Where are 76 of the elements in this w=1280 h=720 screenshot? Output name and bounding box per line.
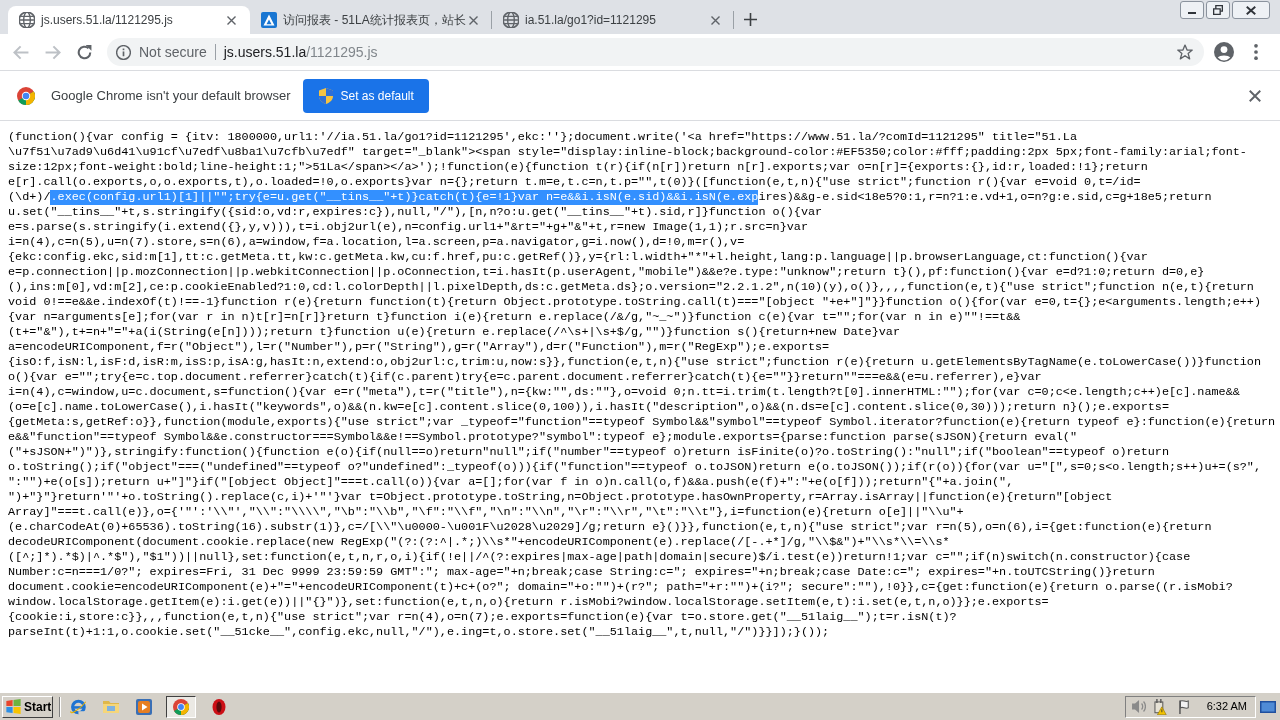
code-text: (),ins:m[0],vd:m[2],ce:p.cookieEnabled?1:0,cd:l.colorDepth||l.pixelDepth,ds:c.getMeta.ds};o.version="2.2.1.2",n(10)(y),o()},,,,function(e,t){"use strict";function n(e,t){return [8, 280, 1254, 295]
code-text: document.cookie=encodeURIComponent(e)+"="+encodeURIComponent(t)+c+(o?"; domain="+o:"")+(r?"; path="+r:"")+(i?"; secure":""),!0}},c={get:function(e){return o.parse((r.isMobi? [8, 580, 1233, 595]
code-text: ires)&&g-e.sid<18e5?0:1,r=n?1:e.vd+1,o=n?g:e.sid,c=g+18e5;return [758, 190, 1212, 205]
globe-icon [19, 12, 35, 28]
close-icon[interactable] [469, 15, 478, 25]
code-text: Number:c=n===1/0?"; expires=Fri, 31 Dec 9999 23:59:59 GMT":"; max-age="+n;break;case String:c="; expires="+n;break;case Date:c="; expires="+n.toUTCString()}return [8, 565, 1155, 580]
code-text: (o=e[c].name.toLowerCase(),i.hasIt("keywords",o)&&(n.kw=e[c].content.slice(0,100)),i.hasIt("description",o)&&(n.ds=e[c].content.slice(0,30)));return n}();e.exports= [8, 400, 1169, 415]
code-text: size:12px;font-weight:bold;line-height:1;">51La</span></a>');!function(e){function t(r){if(n[r])return n[r].exports;var o=n[r]={exports:{},id:r,loaded:!1};return [8, 160, 1148, 175]
code-text: ":"")+e(o[s]);return u+"]"}if("[object Object]"===t.call(o)){var a=[];for(var f in o)n.call(o,f)&&a.push(e(f)+":"+e(o[f]));return"{"+a.join(", [8, 475, 1014, 490]
url-text[interactable]: js.users.51.la/1121295.js [223, 41, 378, 63]
code-text: window.localStorage.getItem(e):i.get(e))||"{}")},set:function(e,t,n,o){return r.isMobi?window.localStorage.setItem(e,t):i.set(e,t,n,o)}};e.exports= [8, 595, 1049, 610]
bookmark-star-icon[interactable] [1177, 44, 1193, 60]
show-desktop-icon[interactable] [1260, 700, 1276, 713]
taskbar-window-button[interactable] [166, 695, 196, 718]
code-text: void 0!==e&&e.indexOf(t)!==-1}function r(e){return function(t){return Object.prototype.toString.call(t)==="[object "+e+"]"}}function o(){for(var e=0,t={};e<arguments.length;e++) [8, 295, 1262, 310]
new-tab-plus-icon[interactable] [744, 13, 757, 26]
code-text: e=s.parse(s.stringify(i.extend({},y,v))),t=i.obj2url(e),n=config.url1+"&rt="+g+"&"+t,r=new Image(1,1);r.src=n}var [8, 220, 808, 235]
clock: 6:32 AM [1206, 699, 1247, 715]
code-text: u.set("__tins__"+t,s.stringify({sid:o,vd:r,expires:c}),null,"/"),[n,n?o:u.get("__tins__"+t).sid,r]}function o(){var [8, 205, 823, 220]
browser-logo-icon [173, 698, 189, 715]
close-icon[interactable] [1249, 89, 1261, 102]
code-text: {getMeta:s,getRef:o}},function(module,exports){"use strict";var _typeof="function"==typeof Symbol&&"symbol"==typeof Symbol.iterator?function(e){return typeof e}:function(e){return [8, 415, 1276, 430]
address-bar[interactable]: Not secure js.users.51.la/1121295.js [107, 38, 1204, 66]
code-text: (\d+)/ [8, 190, 51, 205]
code-text: e[r].call(o.exports,o,o.exports,t),o.loaded=!0,o.exports}var n={};return t.m=e,t.c=n,t.p="",t(0)}([function(e,t,n){"use strict";function r(){var e=void 0,t=/id= [8, 175, 1141, 190]
set-default-button[interactable]: Set as default [303, 78, 430, 113]
network-warning-icon[interactable] [1153, 698, 1167, 715]
minimize-button[interactable] [1180, 1, 1204, 19]
media-player-icon[interactable] [135, 698, 152, 715]
code-text: e=p.connection||p.mozConnection||p.webkitConnection||p.oConnection,t=i.hasIt(p.userAgent,"mobile")&&e?e.type:"unknow";return t}(),pf:function(){var e=d?1:0;return d=0,e} [8, 265, 1205, 280]
code-text: (function(){var config = {itv: 1800000,url1:'//ia.51.la/go1?id=1121295',ekc:''};document.write('<a href="https://www.51.la/?comId=1121295" title="51.La [8, 130, 1077, 145]
restore-button[interactable] [1206, 1, 1230, 19]
code-text: \u7f51\u7ad9\u6d41\u91cf\u7edf\u8ba1\u7cfb\u7edf" target="_blank"><span style="display:inline-block;background-color:#EF5350;color:#fff;padding:2px 5px;font-family:arial;font- [8, 145, 1247, 160]
browser-tab[interactable]: js.users.51.la/1121295.js [8, 6, 250, 34]
code-text: o(){var e="";try{e=c.top.document.referrer}catch(t){if(c.parent)try{e=c.parent.document.referrer}catch(t){e=""}}return""===e&&(e=u.referrer),e}var [8, 370, 1042, 385]
menu-icon[interactable] [1254, 44, 1258, 60]
code-text: (t+="&"),t+=n+"="+a(i(String(e[n])));return t}function u(e){return e.replace(/^\s+|\s+$/g,"")}function s(){return+new Date}var [8, 325, 900, 340]
code-text: a=encodeURIComponent,f=r("Object"),l=r("Number"),p=r("String"),g=r("Array"),d=r("Function"),m=r("RegExp");e.exports= [8, 340, 830, 355]
account-avatar-icon[interactable] [1214, 42, 1234, 62]
code-text: ")+"}"}return'"'+o.toString().replace(c,i)+'"'}var t=Object.prototype.toString,n=Object.prototype.hasOwnProperty,r=Array.isArray||function(e){return"[object [8, 490, 1113, 505]
code-text: {ekc:config.ekc,sid:m[1],tt:c.getMeta.tt,kw:c.getMeta.kw,cu:f.href,pu:c.getRef()},y={rl:l.width+"*"+l.height,lang:p.language||p.browserLanguage,ct:function(){var [8, 250, 1148, 265]
ring-logo-icon[interactable] [210, 698, 227, 715]
code-text: parseInt(t)+1:1,o.cookie.set("__51cke__",config.ekc,null,"/"),e.ing=t,o.store.set("__51laig__",t,null,"/")}}]);}()); [8, 625, 830, 640]
code-text: (e.charCodeAt(0)+65536).toString(16).substr(1)},c=/[\\"\u0000-\u001F\u2028\u2029]/g;return e}()}},function(e,t,n){"use strict";var r=n(5),o=n(6),i={get:function(e){return [8, 520, 1212, 535]
browser-tab[interactable]: ia.51.la/go1?id=1121295 [492, 6, 734, 34]
triangle-logo-icon [261, 12, 277, 28]
web-browser-icon[interactable] [69, 698, 86, 715]
info-icon[interactable] [116, 44, 131, 60]
minimize-icon [1188, 12, 1196, 14]
code-text: ([^;]*).*$)|^.*$"),"$1"))||null},set:function(e,t,n,r,o,i){if(!e||/^(?:expires|max-age|path|domain|secure)$/i.test(e))return!1;var c="";if(n)switch(n.constructor){case [8, 550, 1191, 565]
code-text: {isO:f,isN:l,isF:d,isR:m,isS:p,isA:g,hasIt:n,extend:o,obj2url:c,trim:u,now:s}},function(e,t,n){"use strict";function r(e){return u.getElementsByTagName(e.toLowerCase())}function [8, 355, 1262, 370]
windows-flag-icon [6, 699, 21, 714]
code-text: {var n=arguments[e];for(var r in n)t[r]=n[r]}return t}function i(e){return e.replace(/&/g,"~_~")}function c(e){var t="";for(var n in e)""!==t&& [8, 310, 1021, 325]
reload-icon[interactable] [77, 44, 92, 60]
code-text: e&&"function"==typeof Symbol&&e.constructor===Symbol&&e!==Symbol.prototype?"symbol":typeof e};module.exports={parse:function parse(sJSON){return eval(" [8, 430, 1077, 445]
selected-code-text: .exec(config.url1)[1]||"";try{e=u.get("__tins__"+t)}catch(t){e=!1}var n=e&&i.isN(e.sid)&&i.isN(e.exp [50, 190, 759, 205]
code-text: {cookie:i,store:c}},,,function(e,t,n){"use strict";var r=n(4),o=n(7);e.exports=function(e){var t=o.store.get("__51laig__");t=r.isN(t)? [8, 610, 957, 625]
infobar-message: Google Chrome isn't your default browser [51, 86, 291, 105]
close-icon[interactable] [711, 15, 720, 25]
close-icon [1246, 5, 1256, 15]
code-text: i=n(4),c=window,u=c.document,s=function(){var e=r("meta"),t=r("title"),n={kw:"",ds:""},o=void 0;n.tt=i.trim(t.length?t[0].innerHTML:"");for(var c=0;c<e.length;c++)e[c].name&& [8, 385, 1240, 400]
flag-icon[interactable] [1178, 699, 1189, 714]
globe-icon [503, 12, 519, 28]
code-text: decodeURIComponent(document.cookie.replace(new RegExp("(?:(?:^|.*;)\\s*"+encodeURIComponent(e).replace(/[-.+*]/g,"\\$&")+"\\s*\\=\\s* [8, 535, 950, 550]
code-text: o.toString();if("object"===("undefined"==typeof o?"undefined":_typeof(o))){if("function"==typeof o.toJSON)return e(o.toJSON());if(r(o)){for(var u="[",s=0;s<o.length;s++)u+=(s?", [8, 460, 1262, 475]
code-text: i=n(4),c=n(5),u=n(7).store,s=n(6),a=window,f=a.location,l=a.screen,p=a.navigator,g=i.now(),d=!0,m=r(),v= [8, 235, 745, 250]
shield-icon [319, 87, 334, 104]
restore-icon [1213, 5, 1223, 15]
close-window-button[interactable] [1232, 1, 1270, 19]
security-label[interactable]: Not secure [139, 41, 207, 63]
close-icon[interactable] [227, 15, 236, 25]
code-text: Array]"===t.call(e)},o={'"':'\\"',"\\":"\\\\","\b":"\\b","\f":"\\f","\n":"\\n","\r":"\\r","\t":"\\t"},i=function(e){return o[e]||"\\u"+ [8, 505, 964, 520]
start-button[interactable]: Start [2, 695, 53, 718]
browser-tab[interactable]: 访问报表 - 51LA统计报表页，站长 [250, 6, 492, 34]
browser-logo-icon [17, 86, 35, 105]
code-text: ("+sJSON+")")},stringify:function(){function e(o){if(null==o)return"null";if("number"==typeof o)return isFinite(o)?o.toString():"null";if("boolean"==typeof o)return [8, 445, 1169, 460]
